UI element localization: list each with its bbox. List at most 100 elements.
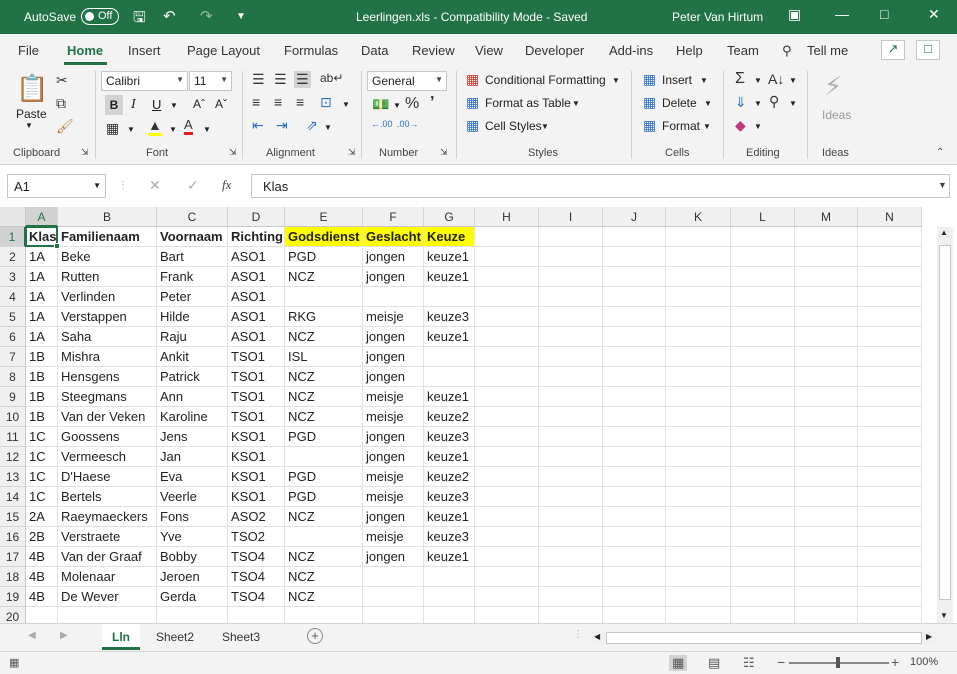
merge-dropdown-icon[interactable]: ▼ — [342, 100, 350, 109]
cell-n4[interactable] — [858, 287, 922, 307]
cell-k16[interactable] — [666, 527, 731, 547]
paste-button[interactable]: Paste — [16, 107, 47, 121]
row-header-1[interactable]: 1 — [0, 227, 26, 247]
maximize-icon[interactable]: □ — [880, 6, 888, 22]
row-header-16[interactable]: 16 — [0, 527, 26, 547]
format-cells-button[interactable]: Format — [662, 119, 700, 133]
cell-i14[interactable] — [539, 487, 603, 507]
scroll-right-icon[interactable]: ▶ — [926, 632, 932, 641]
cell-g7[interactable] — [424, 347, 475, 367]
cell-l7[interactable] — [731, 347, 795, 367]
cell-k15[interactable] — [666, 507, 731, 527]
cell-a18[interactable]: 4B — [26, 567, 58, 587]
cell-l14[interactable] — [731, 487, 795, 507]
cell-n5[interactable] — [858, 307, 922, 327]
font-launcher-icon[interactable]: ⇲ — [229, 147, 237, 158]
cell-n17[interactable] — [858, 547, 922, 567]
cell-h12[interactable] — [475, 447, 539, 467]
cell-i17[interactable] — [539, 547, 603, 567]
cell-a6[interactable]: 1A — [26, 327, 58, 347]
close-icon[interactable]: ✕ — [928, 6, 940, 23]
cell-f11[interactable]: jongen — [363, 427, 424, 447]
cell-a16[interactable]: 2B — [26, 527, 58, 547]
cell-d4[interactable]: ASO1 — [228, 287, 285, 307]
cell-j10[interactable] — [603, 407, 666, 427]
cell-a11[interactable]: 1C — [26, 427, 58, 447]
cell-g20[interactable] — [424, 607, 475, 623]
increase-indent-icon[interactable]: ⇥ — [276, 117, 288, 134]
cell-d3[interactable]: ASO1 — [228, 267, 285, 287]
align-left-icon[interactable]: ≡ — [252, 94, 260, 110]
cell-d11[interactable]: KSO1 — [228, 427, 285, 447]
paste-dropdown-icon[interactable]: ▼ — [25, 121, 33, 130]
insert-cells-button[interactable]: Insert — [662, 73, 692, 87]
sort-filter-icon[interactable]: A↓ — [768, 71, 784, 87]
cell-d18[interactable]: TSO4 — [228, 567, 285, 587]
cell-f17[interactable]: jongen — [363, 547, 424, 567]
increase-decimal-icon[interactable]: ←.00 — [371, 119, 393, 129]
column-header-e[interactable]: E — [285, 207, 363, 227]
cell-g15[interactable]: keuze1 — [424, 507, 475, 527]
font-color-icon[interactable]: A — [184, 117, 193, 135]
cell-g16[interactable]: keuze3 — [424, 527, 475, 547]
cell-n19[interactable] — [858, 587, 922, 607]
cell-f8[interactable]: jongen — [363, 367, 424, 387]
cell-k7[interactable] — [666, 347, 731, 367]
cell-g18[interactable] — [424, 567, 475, 587]
cell-g11[interactable]: keuze3 — [424, 427, 475, 447]
split-handle-icon[interactable]: ⋮ — [573, 629, 583, 640]
cell-j15[interactable] — [603, 507, 666, 527]
cell-g4[interactable] — [424, 287, 475, 307]
cell-d15[interactable]: ASO2 — [228, 507, 285, 527]
cell-b5[interactable]: Verstappen — [58, 307, 157, 327]
cell-l2[interactable] — [731, 247, 795, 267]
column-header-l[interactable]: L — [731, 207, 795, 227]
cell-i15[interactable] — [539, 507, 603, 527]
cell-l10[interactable] — [731, 407, 795, 427]
save-icon[interactable]: 🖫 — [133, 7, 146, 32]
format-dropdown-icon[interactable]: ▼ — [703, 122, 711, 131]
cell-b9[interactable]: Steegmans — [58, 387, 157, 407]
cell-j18[interactable] — [603, 567, 666, 587]
cell-j9[interactable] — [603, 387, 666, 407]
orientation-dropdown-icon[interactable]: ▼ — [324, 123, 332, 132]
cell-a20[interactable] — [26, 607, 58, 623]
cell-i10[interactable] — [539, 407, 603, 427]
paste-icon[interactable]: 📋 — [16, 73, 48, 104]
cell-l9[interactable] — [731, 387, 795, 407]
cell-i2[interactable] — [539, 247, 603, 267]
comments-icon[interactable]: □ — [916, 40, 940, 60]
align-bottom-icon[interactable]: ☰ — [294, 71, 311, 88]
fill-dropdown-icon[interactable]: ▼ — [754, 99, 762, 108]
cell-j6[interactable] — [603, 327, 666, 347]
cell-g10[interactable]: keuze2 — [424, 407, 475, 427]
name-box[interactable]: A1 ▼ — [7, 174, 106, 198]
worksheet-grid[interactable]: A B C D E F G H I J K L M N 1 Klas Familienaam Voornaam Ri… — [0, 207, 957, 623]
cell-n2[interactable] — [858, 247, 922, 267]
comma-style-icon[interactable]: ’ — [430, 94, 434, 112]
bold-button[interactable]: B — [105, 95, 123, 115]
cell-j5[interactable] — [603, 307, 666, 327]
cell-l1[interactable] — [731, 227, 795, 247]
cell-h9[interactable] — [475, 387, 539, 407]
insert-function-icon[interactable]: fx — [222, 177, 231, 193]
cell-e4[interactable] — [285, 287, 363, 307]
macro-record-icon[interactable]: ▦ — [9, 656, 19, 669]
page-break-view-icon[interactable]: ☷ — [743, 655, 755, 671]
cell-e8[interactable]: NCZ — [285, 367, 363, 387]
cell-e14[interactable]: PGD — [285, 487, 363, 507]
cell-d8[interactable]: TSO1 — [228, 367, 285, 387]
cell-g3[interactable]: keuze1 — [424, 267, 475, 287]
page-layout-view-icon[interactable]: ▤ — [708, 655, 720, 671]
cell-m6[interactable] — [795, 327, 858, 347]
cell-a5[interactable]: 1A — [26, 307, 58, 327]
row-header-5[interactable]: 5 — [0, 307, 26, 327]
column-header-g[interactable]: G — [424, 207, 475, 227]
cell-b3[interactable]: Rutten — [58, 267, 157, 287]
undo-icon[interactable]: ↶ — [163, 7, 176, 25]
cell-c9[interactable]: Ann — [157, 387, 228, 407]
cell-l4[interactable] — [731, 287, 795, 307]
cell-d2[interactable]: ASO1 — [228, 247, 285, 267]
cell-n1[interactable] — [858, 227, 922, 247]
cell-d14[interactable]: KSO1 — [228, 487, 285, 507]
